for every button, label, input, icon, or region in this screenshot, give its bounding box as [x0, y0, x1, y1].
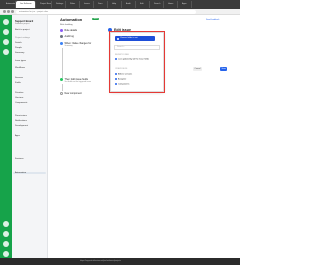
- rule-label: Audit log: [64, 35, 74, 39]
- sidebar-item-priorities[interactable]: Priorities: [15, 92, 24, 94]
- lightning-icon: [60, 42, 63, 45]
- trigger-item[interactable]: When: Value changes for Summary: [60, 42, 110, 47]
- sidebar-item-fields[interactable]: Fields: [15, 82, 21, 84]
- avatar[interactable]: [3, 251, 9, 257]
- forward-icon[interactable]: [7, 10, 10, 13]
- browser-tab[interactable]: Home: [164, 1, 178, 8]
- audit-log-item[interactable]: Audit log: [60, 35, 110, 38]
- save-button[interactable]: Save: [220, 67, 228, 71]
- browser-tab[interactable]: Issues: [80, 1, 94, 8]
- sidebar-item-summary[interactable]: Summary: [15, 52, 24, 54]
- browser-tab-bar: Automation Jira Software Project Board S…: [0, 0, 240, 9]
- rule-sublabel: Summary: [64, 45, 73, 48]
- star-icon[interactable]: [3, 29, 9, 35]
- sidebar-item-development[interactable]: Development: [15, 125, 28, 127]
- section-heading: Rule building: [60, 24, 73, 26]
- rule-connector: [61, 48, 63, 78]
- browser-tab[interactable]: Docs: [94, 1, 108, 8]
- browser-status-bar: https://support.atlassian.net/jira/softw…: [0, 258, 240, 265]
- jira-logo-icon[interactable]: [3, 19, 9, 25]
- browser-tab[interactable]: Rules: [66, 1, 80, 8]
- sidebar-section-header: Project settings: [15, 37, 30, 39]
- page-title: Automation: [60, 17, 83, 22]
- product-rail: [0, 15, 12, 258]
- browser-tab[interactable]: Search: [150, 1, 164, 8]
- browser-tab[interactable]: Audit: [122, 1, 136, 8]
- project-subtitle: Software project: [15, 23, 30, 25]
- clock-icon: [60, 35, 63, 38]
- plus-icon[interactable]: [3, 49, 9, 55]
- rule-label: Rule details: [64, 29, 78, 33]
- url-field[interactable]: automation for jira – project rules: [16, 10, 196, 14]
- browser-tab[interactable]: Settings: [52, 1, 66, 8]
- project-sidebar: Support Board Software project Back to p…: [12, 15, 48, 258]
- back-icon[interactable]: [3, 10, 6, 13]
- sidebar-item-details[interactable]: Details: [15, 42, 22, 44]
- browser-tab[interactable]: Help: [108, 1, 122, 8]
- sidebar-item-automation[interactable]: Automation: [13, 172, 46, 174]
- status-url: https://support.atlassian.net/jira/softw…: [80, 260, 121, 262]
- rule-details-item[interactable]: Rule details: [60, 29, 110, 32]
- highlight-box: [109, 31, 165, 93]
- sidebar-item-versions[interactable]: Versions: [15, 97, 23, 99]
- rule-sublabel: Set fields on the triggered issue: [64, 81, 92, 84]
- sidebar-item-issue-types[interactable]: Issue types: [15, 60, 26, 62]
- sidebar-item-features[interactable]: Features: [15, 158, 24, 160]
- help-icon[interactable]: [3, 231, 9, 237]
- sidebar-item-components[interactable]: Components: [15, 102, 27, 104]
- plus-icon: [60, 92, 63, 95]
- feedback-link[interactable]: Send feedback: [206, 19, 219, 21]
- back-to-project-link[interactable]: Back to project: [15, 29, 29, 31]
- sidebar-item-notifications[interactable]: Notifications: [15, 120, 27, 122]
- add-component-item[interactable]: New component: [60, 92, 110, 95]
- browser-tab-active[interactable]: Jira Software: [16, 1, 36, 8]
- gear-icon: [60, 29, 63, 32]
- reload-icon[interactable]: [11, 10, 14, 13]
- browser-tab[interactable]: Project Board: [36, 1, 52, 8]
- browser-tab[interactable]: Edit: [136, 1, 150, 8]
- sidebar-item-screens[interactable]: Screens: [15, 77, 23, 79]
- search-icon[interactable]: [3, 39, 9, 45]
- sidebar-item-apps[interactable]: Apps: [15, 135, 20, 137]
- notification-icon[interactable]: [3, 221, 9, 227]
- settings-icon[interactable]: [3, 241, 9, 247]
- cancel-button[interactable]: Cancel: [193, 67, 202, 71]
- rule-connector: [61, 84, 63, 91]
- status-badge: NEW: [92, 18, 100, 20]
- rule-label: New component: [64, 92, 82, 96]
- sidebar-item-workflows[interactable]: Workflows: [15, 67, 25, 69]
- action-item[interactable]: Then: Edit issue fields Set fields on th…: [60, 78, 110, 83]
- sidebar-item-people[interactable]: People: [15, 47, 22, 49]
- edit-icon: [60, 78, 63, 81]
- browser-tab[interactable]: Automation: [2, 1, 16, 8]
- sidebar-item-permissions[interactable]: Permissions: [15, 115, 27, 117]
- browser-tab[interactable]: Apps: [178, 1, 192, 8]
